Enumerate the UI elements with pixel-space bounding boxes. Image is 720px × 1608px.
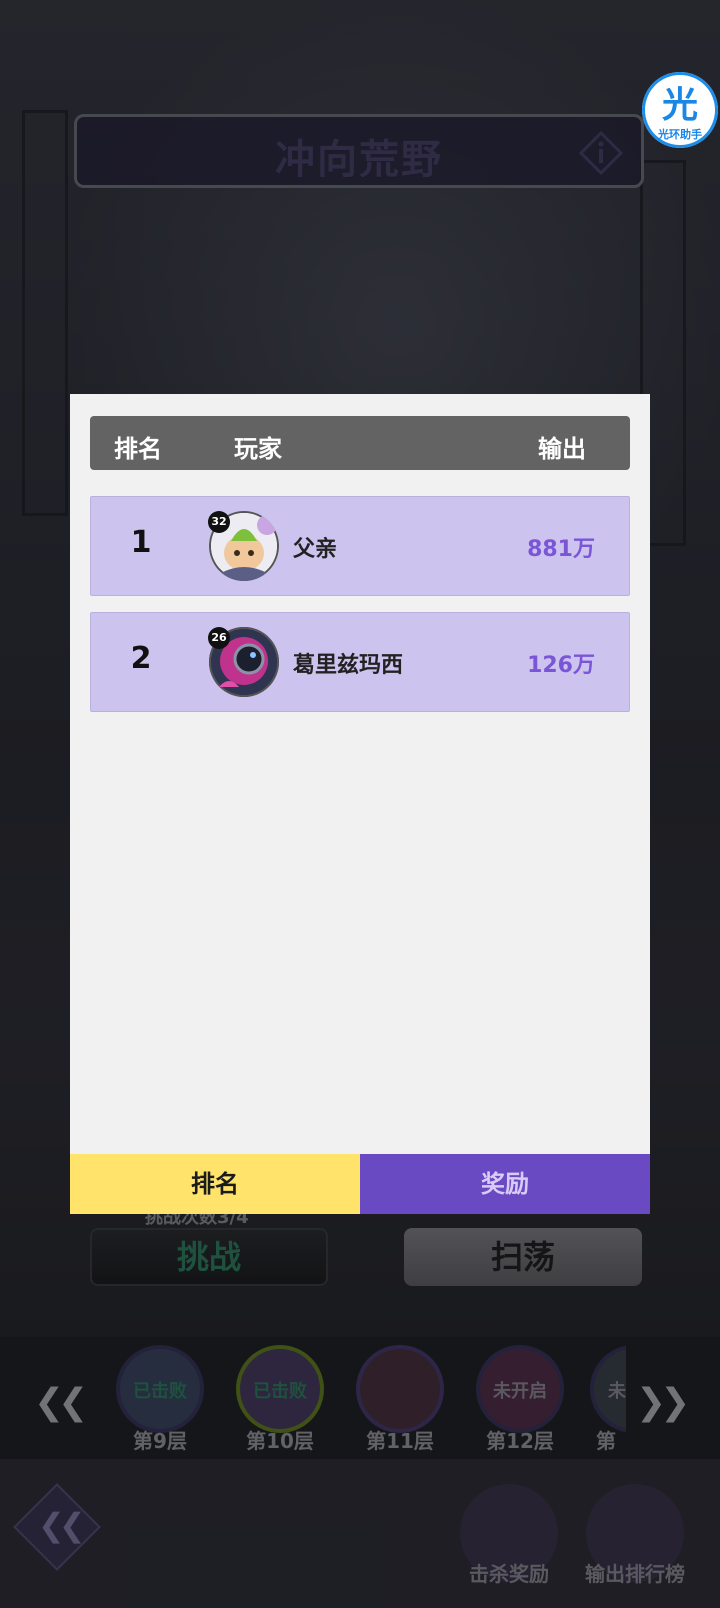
ranking-row[interactable]: 1 32 父亲 881万 (90, 496, 630, 596)
header-damage: 输出 (538, 435, 586, 463)
player-level-badge: 32 (208, 511, 230, 533)
ranking-row[interactable]: 2 26 葛里兹玛西 126万 (90, 612, 630, 712)
ranking-table-header: 排名 玩家 输出 (90, 416, 630, 470)
tab-reward[interactable]: 奖励 (360, 1154, 650, 1214)
player-damage: 126万 (527, 653, 595, 678)
header-player: 玩家 (234, 435, 282, 463)
helper-badge-glyph: 光 (661, 85, 698, 126)
row-rank: 1 (130, 525, 152, 560)
row-rank: 2 (130, 641, 152, 676)
player-damage: 881万 (527, 537, 595, 562)
helper-app-badge[interactable]: 光 光环助手 (642, 72, 718, 148)
tab-rank[interactable]: 排名 (70, 1154, 360, 1214)
header-rank: 排名 (114, 435, 162, 463)
player-level-badge: 26 (208, 627, 230, 649)
helper-badge-label: 光环助手 (658, 128, 702, 141)
ranking-modal: 排名 玩家 输出 1 32 父亲 881万 2 26 葛里兹玛西 126万 (70, 394, 650, 1214)
player-name: 父亲 (293, 537, 338, 562)
player-name: 葛里兹玛西 (293, 653, 404, 678)
